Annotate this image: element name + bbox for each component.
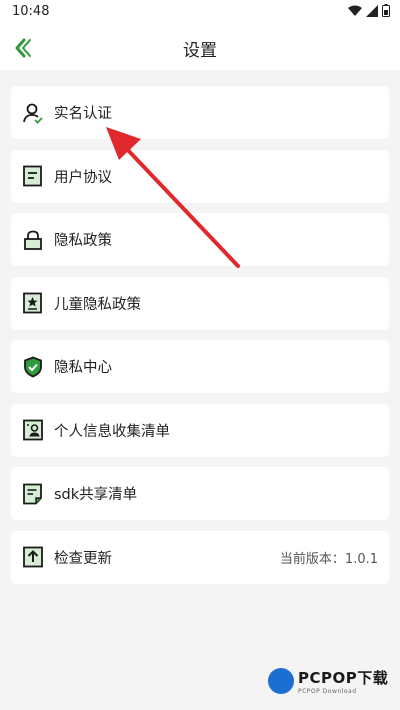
shield-check-icon (22, 356, 44, 378)
signal-icon (366, 4, 378, 17)
document-icon (22, 165, 44, 187)
watermark-subtext: PCPOP Download (298, 688, 357, 695)
settings-item-children-privacy[interactable]: 儿童隐私政策 (11, 276, 389, 330)
settings-item-label: 隐私政策 (54, 233, 112, 249)
settings-item-user-agreement[interactable]: 用户协议 (11, 149, 389, 203)
settings-item-label: 个人信息收集清单 (54, 423, 170, 440)
settings-item-personal-info-list[interactable]: 个人信息收集清单 (11, 403, 389, 457)
settings-item-privacy-policy[interactable]: 隐私政策 (11, 213, 389, 266)
page-title: 设置 (183, 41, 217, 61)
upload-icon (22, 546, 44, 568)
current-version: 当前版本：1.0.1 (279, 551, 378, 567)
settings-item-label: 用户协议 (54, 169, 112, 186)
user-verify-icon (22, 102, 44, 124)
settings-item-sdk-list[interactable]: sdk共享清单 (11, 467, 389, 520)
status-bar: 10:48 (0, 0, 400, 24)
settings-list: 实名认证 用户协议 隐私政策 儿童隐私政策 隐私中心 个人信息收集清单 sdk共… (11, 86, 389, 594)
settings-item-check-update[interactable]: 检查更新 当前版本：1.0.1 (11, 530, 389, 584)
settings-item-label: 实名认证 (54, 106, 112, 122)
watermark-logo-icon (268, 668, 294, 694)
settings-item-label: 隐私中心 (54, 360, 112, 376)
header: 设置 (0, 24, 400, 70)
settings-item-label: 儿童隐私政策 (54, 296, 141, 313)
settings-item-real-name[interactable]: 实名认证 (11, 86, 389, 139)
status-time: 10:48 (12, 4, 50, 19)
wifi-icon (348, 5, 362, 16)
settings-item-privacy-center[interactable]: 隐私中心 (11, 340, 389, 393)
watermark: PCPOP下载 PCPOP Download (268, 667, 388, 695)
settings-item-label: sdk共享清单 (54, 487, 138, 503)
watermark-text: PCPOP下载 (298, 669, 389, 687)
list-document-icon (22, 483, 44, 505)
id-card-icon (22, 419, 44, 441)
settings-item-label: 检查更新 (54, 550, 112, 567)
star-document-icon (22, 292, 44, 314)
battery-icon (382, 4, 390, 17)
lock-icon (22, 229, 44, 251)
status-icons (348, 4, 390, 17)
